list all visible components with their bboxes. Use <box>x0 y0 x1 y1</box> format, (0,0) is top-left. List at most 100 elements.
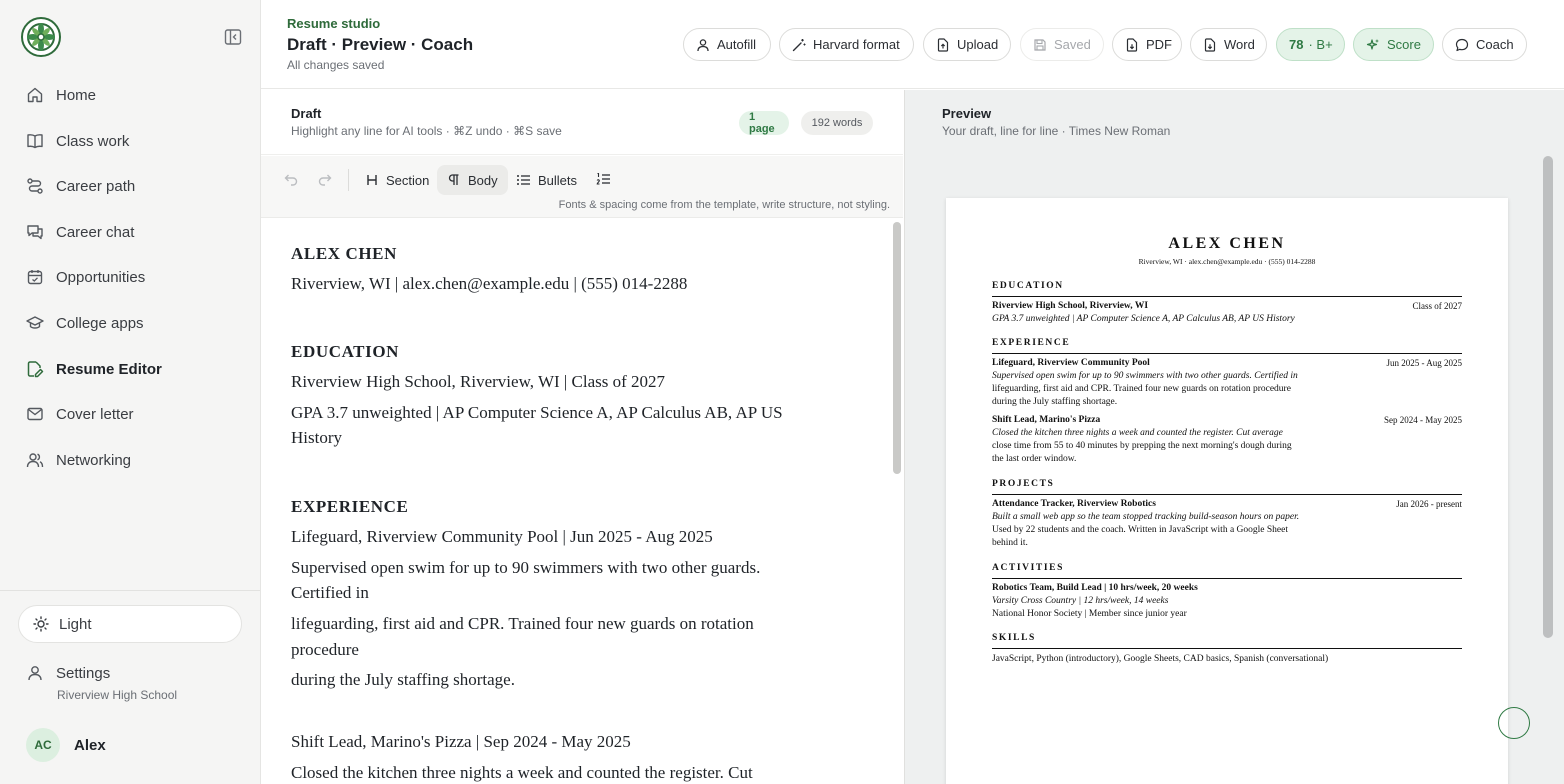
people-icon <box>26 451 44 469</box>
editor-line[interactable]: ALEX CHEN <box>291 241 821 266</box>
route-icon <box>26 177 44 195</box>
resume-section-heading: EXPERIENCE <box>992 338 1071 348</box>
pdf-export-button[interactable]: PDF <box>1112 28 1182 61</box>
score-grade: · B+ <box>1308 37 1333 52</box>
logo[interactable] <box>21 17 61 57</box>
resume-entry-line: Used by 22 students and the coach. Writt… <box>992 525 1288 535</box>
word-count-badge: 192 words <box>801 111 873 135</box>
resume-entry-title: Robotics Team, Build Lead | 10 hrs/week,… <box>992 583 1198 593</box>
score-button[interactable]: Score <box>1353 28 1434 61</box>
editor-line[interactable]: Shift Lead, Marino's Pizza | Sep 2024 - … <box>291 729 821 754</box>
sidebar-item-career-chat[interactable]: Career chat <box>12 213 248 251</box>
sidebar-item-class-work[interactable]: Class work <box>12 122 248 160</box>
sun-icon <box>33 616 49 632</box>
sidebar-item-networking[interactable]: Networking <box>12 441 248 479</box>
bullets-label: Bullets <box>538 172 578 188</box>
sidebar-item-opportunities[interactable]: Opportunities <box>12 258 248 296</box>
sidebar-item-career-path[interactable]: Career path <box>12 167 248 205</box>
autofill-label: Autofill <box>717 37 757 52</box>
sidebar-item-college-apps[interactable]: College apps <box>12 304 248 342</box>
editor-line[interactable]: Riverview High School, Riverview, WI | C… <box>291 369 821 394</box>
editor-line[interactable]: Certified in <box>291 580 821 605</box>
sidebar-item-label: Opportunities <box>56 268 146 286</box>
resume-preview-page: ALEX CHEN Riverview, WI · alex.chen@exam… <box>946 198 1508 784</box>
sidebar-item-label: Resume Editor <box>56 360 162 378</box>
section-style-button[interactable]: Section <box>355 165 439 195</box>
theme-toggle-button[interactable]: Light <box>18 605 242 643</box>
magic-wand-icon <box>792 38 806 52</box>
save-status: All changes saved <box>287 58 385 72</box>
user-profile[interactable]: AC Alex <box>26 728 106 762</box>
resume-entry-date: Jan 2026 - present <box>1396 499 1462 509</box>
sidebar-item-label: Networking <box>56 451 132 469</box>
file-upload-icon <box>936 37 950 52</box>
redo-button[interactable] <box>313 165 337 195</box>
editor-line[interactable]: EXPERIENCE <box>291 494 821 519</box>
sidebar-item-home[interactable]: Home <box>12 76 248 114</box>
harvard-format-button[interactable]: Harvard format <box>779 28 914 61</box>
upload-label: Upload <box>957 37 999 52</box>
redo-icon <box>317 171 333 190</box>
file-edit-icon <box>26 360 44 378</box>
resume-entry-line: GPA 3.7 unweighted | AP Computer Science… <box>992 314 1295 324</box>
section-rule <box>992 648 1462 649</box>
draft-title: Draft <box>291 106 322 121</box>
autofill-button[interactable]: Autofill <box>683 28 771 61</box>
editor-line[interactable]: GPA 3.7 unweighted | AP Computer Science… <box>291 400 821 425</box>
sidebar-item-label: Career chat <box>56 223 135 241</box>
sidebar-item-label: Home <box>56 86 97 104</box>
editor-line[interactable]: History <box>291 425 821 450</box>
numbered-list-button[interactable] <box>586 165 621 195</box>
body-style-button[interactable]: Body <box>437 165 508 195</box>
editor-line[interactable]: Closed the kitchen three nights a week a… <box>291 760 821 784</box>
editor-line[interactable]: lifeguarding, first aid and CPR. Trained… <box>291 611 821 636</box>
sidebar-item-label: Cover letter <box>56 405 134 423</box>
coach-button[interactable]: Coach <box>1442 28 1527 61</box>
sidebar-item-label: Career path <box>56 177 136 195</box>
editor-line[interactable]: procedure <box>291 637 821 662</box>
score-grade-badge[interactable]: 78 · B+ <box>1276 28 1345 61</box>
resume-entry-line: Varsity Cross Country | 12 hrs/week, 14 … <box>992 596 1169 606</box>
page-header: Resume studio Draft · Preview · Coach Al… <box>261 0 1564 89</box>
floating-action-button[interactable] <box>1498 707 1530 739</box>
book-icon <box>26 132 44 150</box>
settings-label: Settings <box>56 664 111 682</box>
resume-entry-line: behind it. <box>992 538 1028 548</box>
collapse-sidebar-icon[interactable] <box>224 28 242 46</box>
editor-line[interactable]: during the July staffing shortage. <box>291 667 821 692</box>
resume-section-heading: ACTIVITIES <box>992 563 1064 573</box>
user-icon <box>26 664 44 682</box>
preview-title: Preview <box>942 106 992 121</box>
resume-contact: Riverview, WI · alex.chen@example.edu · … <box>1138 257 1316 266</box>
editor-line[interactable]: Supervised open swim for up to 90 swimme… <box>291 555 821 580</box>
calendar-icon <box>26 268 44 286</box>
bullets-button[interactable]: Bullets <box>506 165 587 195</box>
editor-line[interactable]: Lifeguard, Riverview Community Pool | Ju… <box>291 524 821 549</box>
toolbar-divider <box>348 169 349 191</box>
section-rule <box>992 353 1462 354</box>
user-icon <box>696 38 710 52</box>
settings-link[interactable]: Settings <box>26 664 110 682</box>
editor-scrollbar[interactable] <box>893 222 901 474</box>
sidebar-item-resume-editor[interactable]: Resume Editor <box>12 350 248 388</box>
editor-line[interactable]: Riverview, WI | alex.chen@example.edu | … <box>291 271 821 296</box>
sidebar-item-cover-letter[interactable]: Cover letter <box>12 395 248 433</box>
editor-line[interactable]: EDUCATION <box>291 339 821 364</box>
draft-editor[interactable]: ALEX CHEN Riverview, WI | alex.chen@exam… <box>261 219 903 784</box>
resume-entry-line: Closed the kitchen three nights a week a… <box>992 428 1283 438</box>
theme-label: Light <box>59 615 92 633</box>
preview-scrollbar[interactable] <box>1543 156 1553 638</box>
pilcrow-icon <box>447 173 461 187</box>
resume-entry-date: Sep 2024 - May 2025 <box>1384 415 1462 425</box>
draft-hint: Highlight any line for AI tools · ⌘Z und… <box>291 124 562 138</box>
word-export-button[interactable]: Word <box>1190 28 1267 61</box>
upload-button[interactable]: Upload <box>923 28 1011 61</box>
resume-entry-line: JavaScript, Python (introductory), Googl… <box>992 654 1329 664</box>
school-name: Riverview High School <box>57 688 178 702</box>
undo-button[interactable] <box>279 165 303 195</box>
heading-icon <box>365 173 379 187</box>
bullet-list-icon <box>516 173 531 187</box>
sparkles-icon <box>1366 38 1380 52</box>
resume-entry-line: during the July staffing shortage. <box>992 397 1118 407</box>
page-count-badge: 1 page <box>739 111 789 135</box>
